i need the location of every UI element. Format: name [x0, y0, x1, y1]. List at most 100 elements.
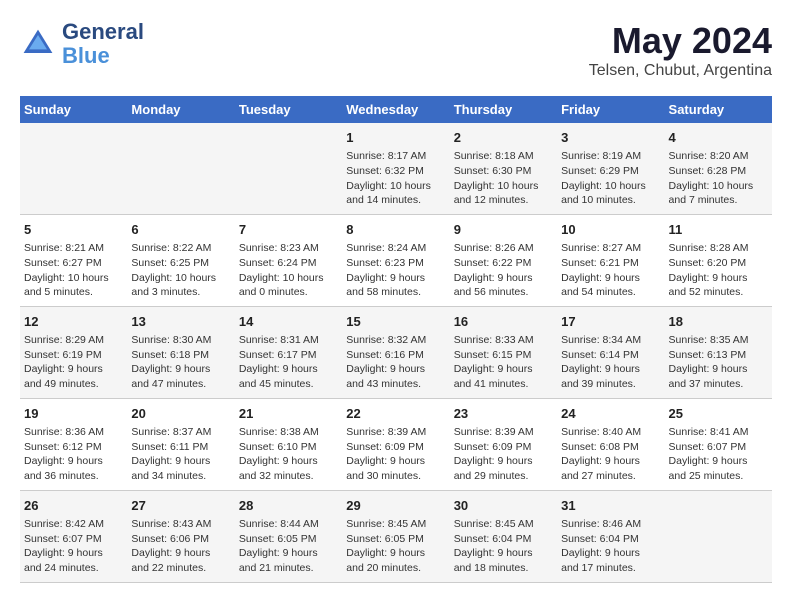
day-number: 10 [561, 221, 660, 239]
day-number: 31 [561, 497, 660, 515]
day-info: Sunrise: 8:38 AM Sunset: 6:10 PM Dayligh… [239, 425, 338, 484]
day-number: 29 [346, 497, 445, 515]
calendar-cell [665, 490, 772, 582]
subtitle: Telsen, Chubut, Argentina [589, 62, 772, 80]
day-number: 30 [454, 497, 553, 515]
title-block: May 2024 Telsen, Chubut, Argentina [589, 20, 772, 80]
day-info: Sunrise: 8:46 AM Sunset: 6:04 PM Dayligh… [561, 517, 660, 576]
calendar-cell: 14Sunrise: 8:31 AM Sunset: 6:17 PM Dayli… [235, 306, 342, 398]
day-info: Sunrise: 8:44 AM Sunset: 6:05 PM Dayligh… [239, 517, 338, 576]
day-number: 12 [24, 313, 123, 331]
day-info: Sunrise: 8:45 AM Sunset: 6:04 PM Dayligh… [454, 517, 553, 576]
day-info: Sunrise: 8:28 AM Sunset: 6:20 PM Dayligh… [669, 241, 768, 300]
calendar-cell: 11 Sunrise: 8:28 AM Sunset: 6:20 PM Dayli… [665, 214, 772, 306]
day-info: Sunrise: 8:39 AM Sunset: 6:09 PM Dayligh… [454, 425, 553, 484]
day-number: 4 [669, 129, 768, 147]
day-info: Sunrise: 8:29 AM Sunset: 6:19 PM Dayligh… [24, 333, 123, 392]
weekday-header: Tuesday [235, 96, 342, 123]
day-info: Sunrise: 8:27 AM Sunset: 6:21 PM Dayligh… [561, 241, 660, 300]
calendar-cell: 1Sunrise: 8:17 AM Sunset: 6:32 PM Daylig… [342, 123, 449, 214]
day-number: 26 [24, 497, 123, 515]
logo-text: GeneralBlue [62, 20, 144, 68]
weekday-header-row: SundayMondayTuesdayWednesdayThursdayFrid… [20, 96, 772, 123]
day-info: Sunrise: 8:41 AM Sunset: 6:07 PM Dayligh… [669, 425, 768, 484]
logo: GeneralBlue [20, 20, 144, 68]
calendar-cell: 22 Sunrise: 8:39 AM Sunset: 6:09 PM Dayli… [342, 398, 449, 490]
day-number: 20 [131, 405, 230, 423]
calendar-cell: 23 Sunrise: 8:39 AM Sunset: 6:09 PM Dayli… [450, 398, 557, 490]
day-number: 22 [346, 405, 445, 423]
weekday-header: Monday [127, 96, 234, 123]
day-info: Sunrise: 8:20 AM Sunset: 6:28 PM Dayligh… [669, 149, 768, 208]
day-info: Sunrise: 8:19 AM Sunset: 6:29 PM Dayligh… [561, 149, 660, 208]
calendar-week-row: 19 Sunrise: 8:36 AM Sunset: 6:12 PM Dayli… [20, 398, 772, 490]
calendar-week-row: 1Sunrise: 8:17 AM Sunset: 6:32 PM Daylig… [20, 123, 772, 214]
day-info: Sunrise: 8:45 AM Sunset: 6:05 PM Dayligh… [346, 517, 445, 576]
day-number: 19 [24, 405, 123, 423]
calendar-cell [235, 123, 342, 214]
calendar-cell: 9Sunrise: 8:26 AM Sunset: 6:22 PM Daylig… [450, 214, 557, 306]
weekday-header: Friday [557, 96, 664, 123]
calendar-cell: 8 Sunrise: 8:24 AM Sunset: 6:23 PM Daylig… [342, 214, 449, 306]
day-number: 1 [346, 129, 445, 147]
calendar-cell: 15Sunrise: 8:32 AM Sunset: 6:16 PM Dayli… [342, 306, 449, 398]
day-number: 27 [131, 497, 230, 515]
day-number: 25 [669, 405, 768, 423]
calendar-cell: 12 Sunrise: 8:29 AM Sunset: 6:19 PM Dayli… [20, 306, 127, 398]
day-number: 13 [131, 313, 230, 331]
day-number: 28 [239, 497, 338, 515]
calendar-cell: 30 Sunrise: 8:45 AM Sunset: 6:04 PM Dayli… [450, 490, 557, 582]
calendar-cell: 26 Sunrise: 8:42 AM Sunset: 6:07 PM Dayli… [20, 490, 127, 582]
day-number: 16 [454, 313, 553, 331]
day-number: 18 [669, 313, 768, 331]
calendar-cell: 18 Sunrise: 8:35 AM Sunset: 6:13 PM Dayli… [665, 306, 772, 398]
calendar-cell: 2 Sunrise: 8:18 AM Sunset: 6:30 PM Daylig… [450, 123, 557, 214]
day-info: Sunrise: 8:43 AM Sunset: 6:06 PM Dayligh… [131, 517, 230, 576]
day-number: 11 [669, 221, 768, 239]
day-info: Sunrise: 8:26 AM Sunset: 6:22 PM Dayligh… [454, 241, 553, 300]
day-number: 23 [454, 405, 553, 423]
day-number: 2 [454, 129, 553, 147]
calendar-cell: 19 Sunrise: 8:36 AM Sunset: 6:12 PM Dayli… [20, 398, 127, 490]
day-number: 3 [561, 129, 660, 147]
page-header: GeneralBlue May 2024 Telsen, Chubut, Arg… [20, 20, 772, 80]
day-number: 14 [239, 313, 338, 331]
day-info: Sunrise: 8:36 AM Sunset: 6:12 PM Dayligh… [24, 425, 123, 484]
calendar-cell [127, 123, 234, 214]
day-info: Sunrise: 8:22 AM Sunset: 6:25 PM Dayligh… [131, 241, 230, 300]
calendar-cell: 13Sunrise: 8:30 AM Sunset: 6:18 PM Dayli… [127, 306, 234, 398]
weekday-header: Wednesday [342, 96, 449, 123]
calendar-cell: 29 Sunrise: 8:45 AM Sunset: 6:05 PM Dayli… [342, 490, 449, 582]
day-number: 8 [346, 221, 445, 239]
logo-icon [20, 26, 56, 62]
calendar-week-row: 5Sunrise: 8:21 AM Sunset: 6:27 PM Daylig… [20, 214, 772, 306]
day-info: Sunrise: 8:34 AM Sunset: 6:14 PM Dayligh… [561, 333, 660, 392]
calendar-cell: 3 Sunrise: 8:19 AM Sunset: 6:29 PM Daylig… [557, 123, 664, 214]
calendar-cell: 4 Sunrise: 8:20 AM Sunset: 6:28 PM Daylig… [665, 123, 772, 214]
day-info: Sunrise: 8:40 AM Sunset: 6:08 PM Dayligh… [561, 425, 660, 484]
calendar-cell: 31 Sunrise: 8:46 AM Sunset: 6:04 PM Dayli… [557, 490, 664, 582]
calendar-cell: 6 Sunrise: 8:22 AM Sunset: 6:25 PM Daylig… [127, 214, 234, 306]
day-number: 17 [561, 313, 660, 331]
day-info: Sunrise: 8:23 AM Sunset: 6:24 PM Dayligh… [239, 241, 338, 300]
day-info: Sunrise: 8:21 AM Sunset: 6:27 PM Dayligh… [24, 241, 123, 300]
day-info: Sunrise: 8:33 AM Sunset: 6:15 PM Dayligh… [454, 333, 553, 392]
weekday-header: Sunday [20, 96, 127, 123]
day-number: 6 [131, 221, 230, 239]
calendar-cell: 25 Sunrise: 8:41 AM Sunset: 6:07 PM Dayli… [665, 398, 772, 490]
calendar-cell: 17 Sunrise: 8:34 AM Sunset: 6:14 PM Dayli… [557, 306, 664, 398]
calendar-cell: 20 Sunrise: 8:37 AM Sunset: 6:11 PM Dayli… [127, 398, 234, 490]
day-info: Sunrise: 8:39 AM Sunset: 6:09 PM Dayligh… [346, 425, 445, 484]
day-info: Sunrise: 8:42 AM Sunset: 6:07 PM Dayligh… [24, 517, 123, 576]
calendar-cell: 5Sunrise: 8:21 AM Sunset: 6:27 PM Daylig… [20, 214, 127, 306]
day-info: Sunrise: 8:24 AM Sunset: 6:23 PM Dayligh… [346, 241, 445, 300]
day-number: 21 [239, 405, 338, 423]
calendar-cell: 27 Sunrise: 8:43 AM Sunset: 6:06 PM Dayli… [127, 490, 234, 582]
calendar-week-row: 26 Sunrise: 8:42 AM Sunset: 6:07 PM Dayli… [20, 490, 772, 582]
day-info: Sunrise: 8:37 AM Sunset: 6:11 PM Dayligh… [131, 425, 230, 484]
day-info: Sunrise: 8:35 AM Sunset: 6:13 PM Dayligh… [669, 333, 768, 392]
calendar-cell: 7Sunrise: 8:23 AM Sunset: 6:24 PM Daylig… [235, 214, 342, 306]
weekday-header: Thursday [450, 96, 557, 123]
day-info: Sunrise: 8:18 AM Sunset: 6:30 PM Dayligh… [454, 149, 553, 208]
day-info: Sunrise: 8:32 AM Sunset: 6:16 PM Dayligh… [346, 333, 445, 392]
